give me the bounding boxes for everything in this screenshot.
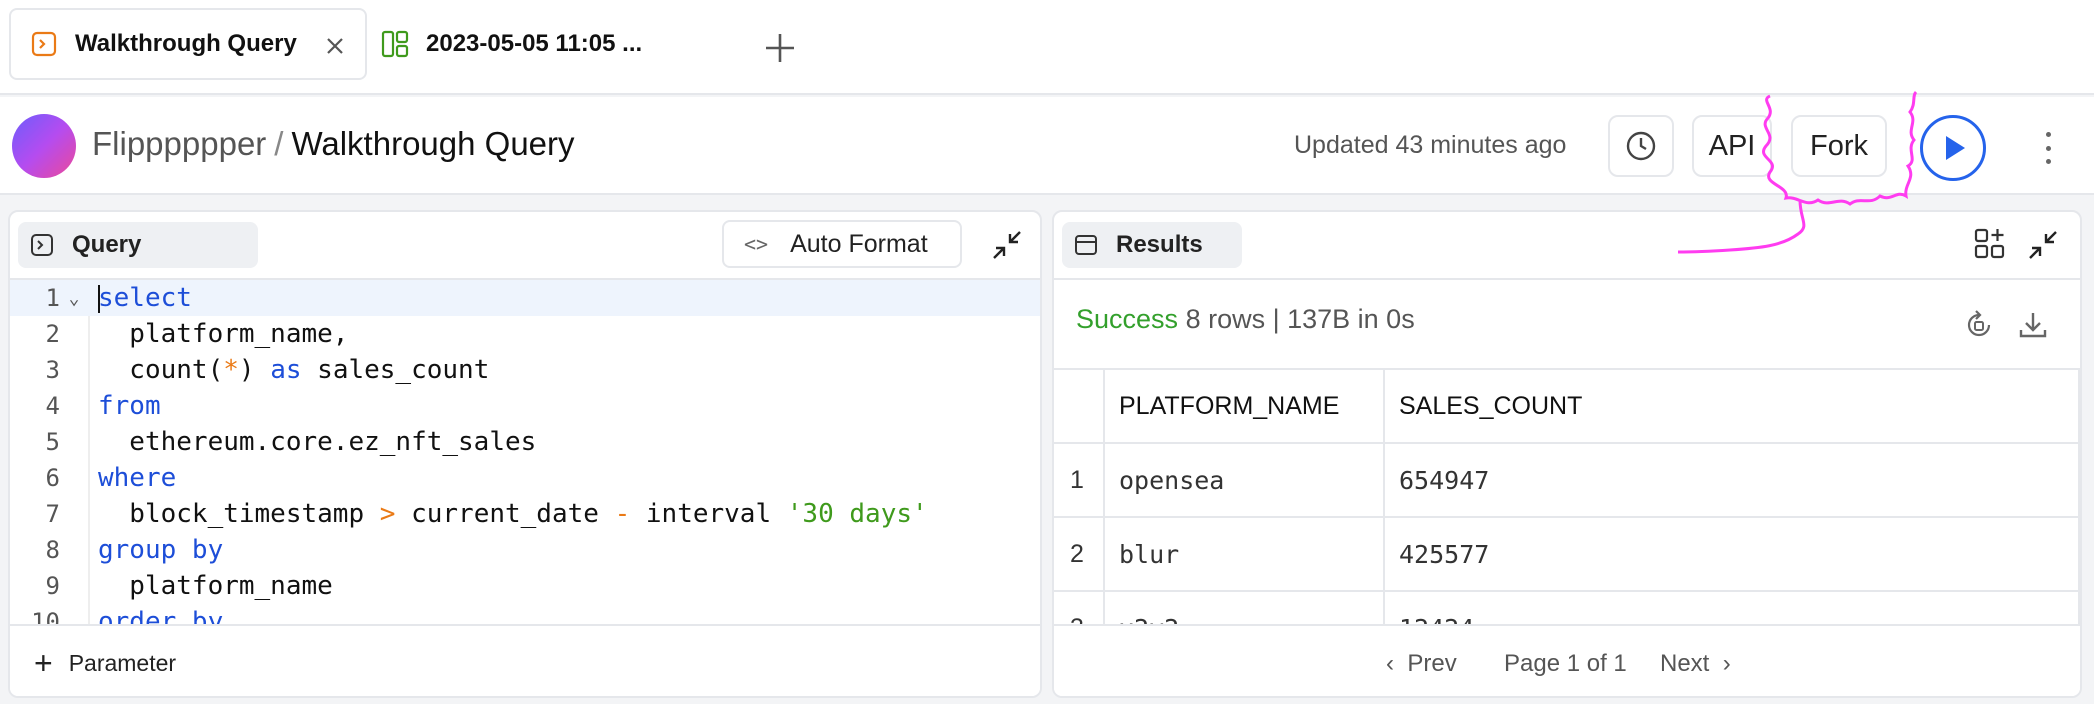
row-index: 2 [1054, 516, 1105, 591]
tab-query[interactable]: Query [18, 222, 258, 268]
add-visualization-icon[interactable] [1972, 226, 2010, 264]
row-index: 1 [1054, 442, 1105, 517]
breadcrumb-separator: / [274, 125, 284, 162]
code-line: 1 ⌄ select [10, 280, 1040, 316]
code-line: 4 from [10, 388, 1040, 424]
terminal-icon [30, 232, 56, 258]
auto-format-button[interactable]: <> Auto Format [722, 220, 962, 268]
code-icon: <> [744, 232, 769, 256]
run-button[interactable] [1920, 115, 1986, 181]
table-cell: 12424 [1384, 590, 2080, 624]
row-index: 3 [1054, 590, 1105, 624]
code-line: 6 where [10, 460, 1040, 496]
api-button[interactable]: API [1692, 115, 1772, 177]
tab-dashboard[interactable]: 2023-05-05 11:05 ... [380, 8, 710, 80]
query-header: Flipppppper / Walkthrough Query Updated 43… [0, 97, 2094, 195]
new-tab-button[interactable] [760, 28, 800, 68]
chevron-down-icon[interactable]: ⌄ [60, 288, 88, 309]
plus-icon [766, 34, 794, 62]
collapse-icon[interactable] [2024, 226, 2062, 264]
results-table: PLATFORM_NAME SALES_COUNT 1 opensea 6549… [1054, 368, 2080, 624]
status-badge: Success [1076, 304, 1179, 334]
clock-icon [1626, 131, 1656, 161]
prev-page-button[interactable]: ‹ Prev [1386, 650, 1457, 678]
line-number: 4 [45, 392, 60, 420]
line-number: 1 [45, 284, 60, 312]
chevron-left-icon: ‹ [1386, 650, 1394, 677]
fork-button[interactable]: Fork [1791, 115, 1887, 177]
play-icon [1946, 136, 1965, 160]
dashboard-icon [380, 29, 410, 59]
code-line: 3 count(*) as sales_count [10, 352, 1040, 388]
code-line: 7 block_timestamp > current_date - inter… [10, 496, 1040, 532]
table-row[interactable]: 1 opensea 654947 [1054, 442, 2080, 517]
line-number: 3 [45, 356, 60, 384]
refresh-icon[interactable] [1962, 308, 1996, 342]
plus-icon: + [34, 645, 53, 681]
code-line: 9 platform_name [10, 568, 1040, 604]
breadcrumb: Flipppppper / Walkthrough Query [92, 125, 575, 163]
close-icon[interactable] [321, 32, 349, 60]
updated-timestamp: Updated 43 minutes ago [1294, 131, 1567, 159]
page-indicator: Page 1 of 1 [1504, 650, 1627, 677]
line-number: 9 [45, 572, 60, 600]
tab-label: Walkthrough Query [75, 30, 297, 57]
line-number: 6 [45, 464, 60, 492]
table-cell: 654947 [1384, 442, 2080, 517]
table-row[interactable]: 2 blur 425577 [1054, 516, 2080, 591]
next-page-button[interactable]: Next › [1660, 650, 1731, 678]
code-line: 2 platform_name, [10, 316, 1040, 352]
table-cell: blur [1104, 516, 1385, 591]
results-panel: Results Success 8 rows | 137B in 0s PLAT… [1052, 210, 2082, 698]
add-parameter-button[interactable]: + Parameter [10, 624, 1040, 696]
code-editor[interactable]: 1 ⌄ select 2 platform_name, 3 count(*) as… [10, 280, 1040, 632]
result-summary: 8 rows | 137B in 0s [1185, 304, 1415, 334]
table-header-row: PLATFORM_NAME SALES_COUNT [1054, 368, 2080, 443]
terminal-icon [29, 29, 59, 59]
index-header [1054, 368, 1105, 443]
table-cell: x2y2 [1104, 590, 1385, 624]
code-line: 5 ethereum.core.ez_nft_sales [10, 424, 1040, 460]
line-number: 2 [45, 320, 60, 348]
column-header[interactable]: PLATFORM_NAME [1104, 368, 1385, 443]
history-button[interactable] [1608, 115, 1674, 177]
table-row[interactable]: 3 x2y2 12424 [1054, 590, 2080, 624]
download-icon[interactable] [2016, 308, 2050, 342]
tab-label: Query [72, 231, 142, 258]
avatar[interactable] [12, 114, 76, 178]
line-number: 8 [45, 536, 60, 564]
query-panel: Query <> Auto Format 1 ⌄ select 2 platfor… [8, 210, 1042, 698]
tab-label: Results [1116, 231, 1203, 258]
run-status: Success 8 rows | 137B in 0s [1076, 304, 1415, 335]
divider [1054, 278, 2080, 280]
collapse-icon[interactable] [988, 226, 1026, 264]
page-title: Walkthrough Query [291, 125, 575, 162]
line-number: 7 [45, 500, 60, 528]
tab-results[interactable]: Results [1062, 222, 1242, 268]
tab-label: 2023-05-05 11:05 ... [426, 30, 643, 57]
parameter-label: Parameter [68, 649, 177, 676]
table-cell: 425577 [1384, 516, 2080, 591]
column-header[interactable]: SALES_COUNT [1384, 368, 2080, 443]
line-number: 5 [45, 428, 60, 456]
code-line: 8 group by [10, 532, 1040, 568]
tab-bar: Walkthrough Query 2023-05-05 11:05 ... [0, 0, 2094, 95]
pagination: ‹ Prev Page 1 of 1 Next › [1054, 624, 2080, 696]
table-cell: opensea [1104, 442, 1385, 517]
breadcrumb-owner[interactable]: Flipppppper [92, 125, 266, 162]
tab-walkthrough-query[interactable]: Walkthrough Query [9, 8, 367, 80]
table-icon [1074, 232, 1100, 258]
more-options-button[interactable] [2030, 128, 2066, 168]
auto-format-label: Auto Format [790, 229, 928, 258]
chevron-right-icon: › [1722, 650, 1731, 677]
